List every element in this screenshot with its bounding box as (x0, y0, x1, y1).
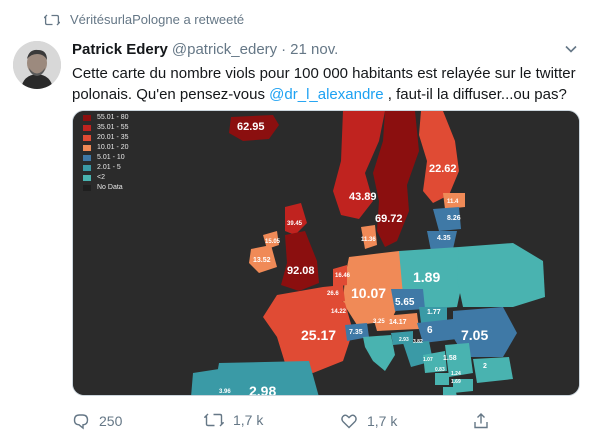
map-label-lithuania: 4.35 (437, 235, 451, 242)
tweet-actions: 250 1,7 k 1,7 k (72, 410, 532, 434)
legend-swatch (83, 125, 91, 131)
map-label-croatia: 2.93 (399, 337, 409, 343)
author-name[interactable]: Patrick Edery (72, 41, 168, 58)
map-label-bosnia: 1.07 (423, 357, 433, 363)
map-label-romania: 7.05 (461, 327, 489, 343)
retweet-context-label: VéritésurlaPologne a retweeté (70, 12, 245, 27)
map-legend: 55.01 - 80 35.01 - 55 20.01 - 35 10.01 -… (83, 113, 129, 193)
legend-swatch (83, 185, 91, 191)
europe-map (73, 111, 579, 395)
map-label-albania: 1.69 (451, 379, 461, 385)
legend-item: 55.01 - 80 (83, 113, 129, 123)
map-label-france: 25.17 (301, 327, 337, 343)
author-handle[interactable]: @patrick_edery (172, 41, 277, 58)
legend-item: 5.01 - 10 (83, 153, 129, 163)
legend-label: 55.01 - 80 (97, 114, 129, 121)
legend-label: 20.01 - 35 (97, 134, 129, 141)
map-label-montenegro: 0.83 (435, 367, 445, 373)
map-label-northern-ireland: 15.05 (265, 239, 281, 245)
tweet-media-map[interactable]: 55.01 - 80 35.01 - 55 20.01 - 35 10.01 -… (72, 110, 580, 396)
map-label-macedonia: 1.24 (451, 371, 461, 377)
legend-swatch (83, 135, 91, 141)
map-label-latvia: 8.26 (447, 215, 461, 222)
map-label-poland: 1.89 (413, 269, 441, 285)
legend-item: <2 (83, 173, 129, 183)
map-label-slovakia: 3.25 (373, 319, 385, 325)
map-label-serbia: 1.58 (443, 355, 457, 362)
retweet-icon (204, 413, 224, 427)
reply-icon (73, 414, 89, 430)
map-label-sweden: 69.72 (375, 213, 403, 225)
like-count: 1,7 k (367, 413, 398, 429)
reply-count: 250 (99, 413, 123, 429)
heart-icon (341, 414, 357, 429)
map-label-ireland: 13.52 (253, 257, 271, 264)
map-label-hungary: 6 (427, 325, 433, 336)
legend-label: No Data (97, 184, 123, 191)
map-label-england: 92.08 (287, 265, 315, 277)
share-icon (474, 413, 488, 429)
legend-label: 10.01 - 20 (97, 144, 129, 151)
map-label-slovenia: 3.82 (413, 339, 423, 345)
legend-item: No Data (83, 183, 129, 193)
retweet-button[interactable]: 1,7 k (204, 412, 263, 428)
avatar-photo (13, 41, 61, 89)
map-label-scotland: 39.45 (287, 221, 303, 227)
tweet-header: Patrick Edery @patrick_edery · 21 nov. (72, 41, 338, 58)
map-label-spain: 2.98 (249, 383, 277, 396)
map-label-austria: 14.17 (389, 319, 407, 326)
separator-dot: · (281, 41, 287, 58)
map-label-czechia: 5.65 (395, 297, 415, 308)
tweet-date[interactable]: 21 nov. (290, 41, 338, 58)
map-label-ukraine: 1.77 (427, 309, 441, 316)
map-label-iceland: 62.95 (237, 121, 265, 133)
like-button[interactable]: 1,7 k (340, 412, 397, 430)
map-label-germany: 10.07 (351, 285, 387, 301)
map-label-finland: 22.62 (429, 163, 457, 175)
reply-button[interactable]: 250 (72, 412, 122, 430)
map-label-portugal: 3.96 (219, 389, 231, 395)
map-label-netherlands: 16.46 (335, 273, 351, 279)
legend-label: 2.01 - 5 (97, 164, 121, 171)
chevron-down-icon[interactable] (564, 42, 578, 56)
legend-swatch (83, 145, 91, 151)
legend-label: 35.01 - 55 (97, 124, 129, 131)
tweet-text-after: , faut-il la diffuser...ou pas? (383, 86, 567, 103)
legend-swatch (83, 155, 91, 161)
legend-swatch (83, 175, 91, 181)
map-label-russia-north: 11.4 (447, 199, 459, 205)
legend-label: <2 (97, 174, 105, 181)
share-button[interactable] (472, 412, 499, 430)
map-label-switzerland: 7.35 (349, 329, 363, 336)
retweet-context[interactable]: VéritésurlaPologne a retweeté (44, 12, 244, 27)
map-label-denmark: 11.36 (361, 237, 376, 243)
map-label-bulgaria: 2 (483, 363, 487, 370)
retweet-icon (44, 14, 60, 25)
retweet-count: 1,7 k (233, 412, 264, 428)
legend-item: 10.01 - 20 (83, 143, 129, 153)
tweet-text: Cette carte du nombre viols pour 100 000… (72, 63, 584, 105)
legend-label: 5.01 - 10 (97, 154, 125, 161)
legend-swatch (83, 165, 91, 171)
legend-item: 2.01 - 5 (83, 163, 129, 173)
map-label-norway: 43.89 (349, 191, 377, 203)
legend-swatch (83, 115, 91, 121)
map-label-luxembourg: 14.22 (331, 309, 347, 315)
legend-item: 20.01 - 35 (83, 133, 129, 143)
avatar[interactable] (13, 41, 61, 89)
legend-item: 35.01 - 55 (83, 123, 129, 133)
mention-link[interactable]: @dr_l_alexandre (269, 86, 383, 103)
map-label-belgium: 26.6 (327, 291, 339, 297)
